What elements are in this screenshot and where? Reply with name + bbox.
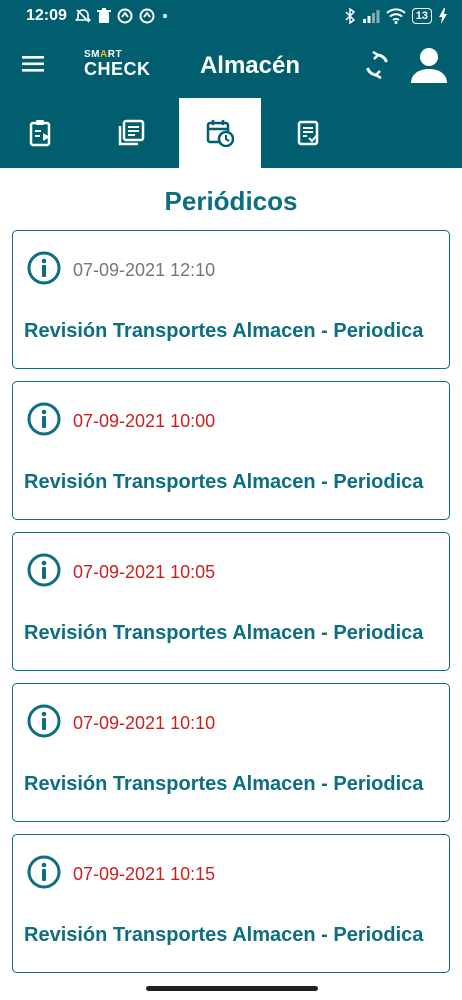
- list-item[interactable]: 07-09-2021 10:15 Revisión Transportes Alm…: [12, 834, 450, 973]
- item-title: Revisión Transportes Almacen - Periodica: [24, 773, 424, 795]
- info-icon: [27, 855, 61, 889]
- bluetooth-icon: [345, 8, 355, 24]
- item-date: 07-09-2021 12:10: [73, 260, 216, 280]
- page-title: Almacén: [199, 52, 301, 79]
- tab-completed[interactable]: [268, 98, 350, 168]
- tab-bar: [0, 98, 462, 168]
- status-bar: 12:09 13: [0, 0, 462, 32]
- info-icon: [27, 251, 61, 285]
- user-icon[interactable]: [410, 46, 448, 84]
- list-item[interactable]: 07-09-2021 10:10 Revisión Transportes Alm…: [12, 683, 450, 822]
- info-icon: [27, 402, 61, 436]
- item-title: Revisión Transportes Almacen - Periodica: [24, 924, 424, 946]
- tab-pending[interactable]: [0, 98, 82, 168]
- item-title: Revisión Transportes Almacen - Periodica: [24, 320, 424, 342]
- clipboard-play-icon: [29, 120, 51, 147]
- status-notification-icons: [74, 8, 169, 24]
- trash-icon: [96, 8, 111, 23]
- checklist-icon: [297, 120, 319, 146]
- tab-periodic[interactable]: [179, 98, 261, 168]
- charging-icon: [439, 8, 447, 24]
- item-title: Revisión Transportes Almacen - Periodica: [24, 622, 424, 644]
- app-icon-2: [139, 8, 155, 24]
- item-date: 07-09-2021 10:00: [73, 411, 216, 431]
- calendar-clock-icon: [206, 120, 234, 147]
- status-time: 12:09: [26, 7, 67, 24]
- section-title: Periódicos: [164, 186, 298, 216]
- item-title: Revisión Transportes Almacen - Periodica: [24, 471, 424, 493]
- tab-documents[interactable]: [90, 98, 172, 168]
- signal-icon: [362, 10, 380, 23]
- list-item[interactable]: 07-09-2021 10:00 Revisión Transportes Alm…: [12, 381, 450, 520]
- sync-icon[interactable]: [362, 50, 392, 80]
- list-item[interactable]: 07-09-2021 10:05 Revisión Transportes Alm…: [12, 532, 450, 671]
- periodic-list: 07-09-2021 12:10 Revisión Transportes Alm…: [0, 230, 462, 973]
- info-icon: [27, 553, 61, 587]
- item-date: 07-09-2021 10:05: [73, 562, 216, 582]
- alarm-off-icon: [74, 9, 91, 23]
- wifi-icon: [386, 8, 406, 24]
- documents-icon: [118, 119, 145, 146]
- info-icon: [27, 704, 61, 738]
- app-icon: [117, 8, 133, 24]
- battery-icon: 13: [411, 8, 432, 24]
- status-system-icons: 13: [344, 8, 448, 24]
- list-item[interactable]: 07-09-2021 12:10 Revisión Transportes Alm…: [12, 230, 450, 369]
- dot-icon: [162, 14, 167, 18]
- item-date: 07-09-2021 10:10: [73, 713, 216, 733]
- battery-level: 13: [415, 10, 428, 22]
- app-bar: SMART CHECK Almacén: [0, 32, 462, 98]
- item-date: 07-09-2021 10:15: [73, 864, 216, 884]
- home-indicator[interactable]: [146, 986, 318, 991]
